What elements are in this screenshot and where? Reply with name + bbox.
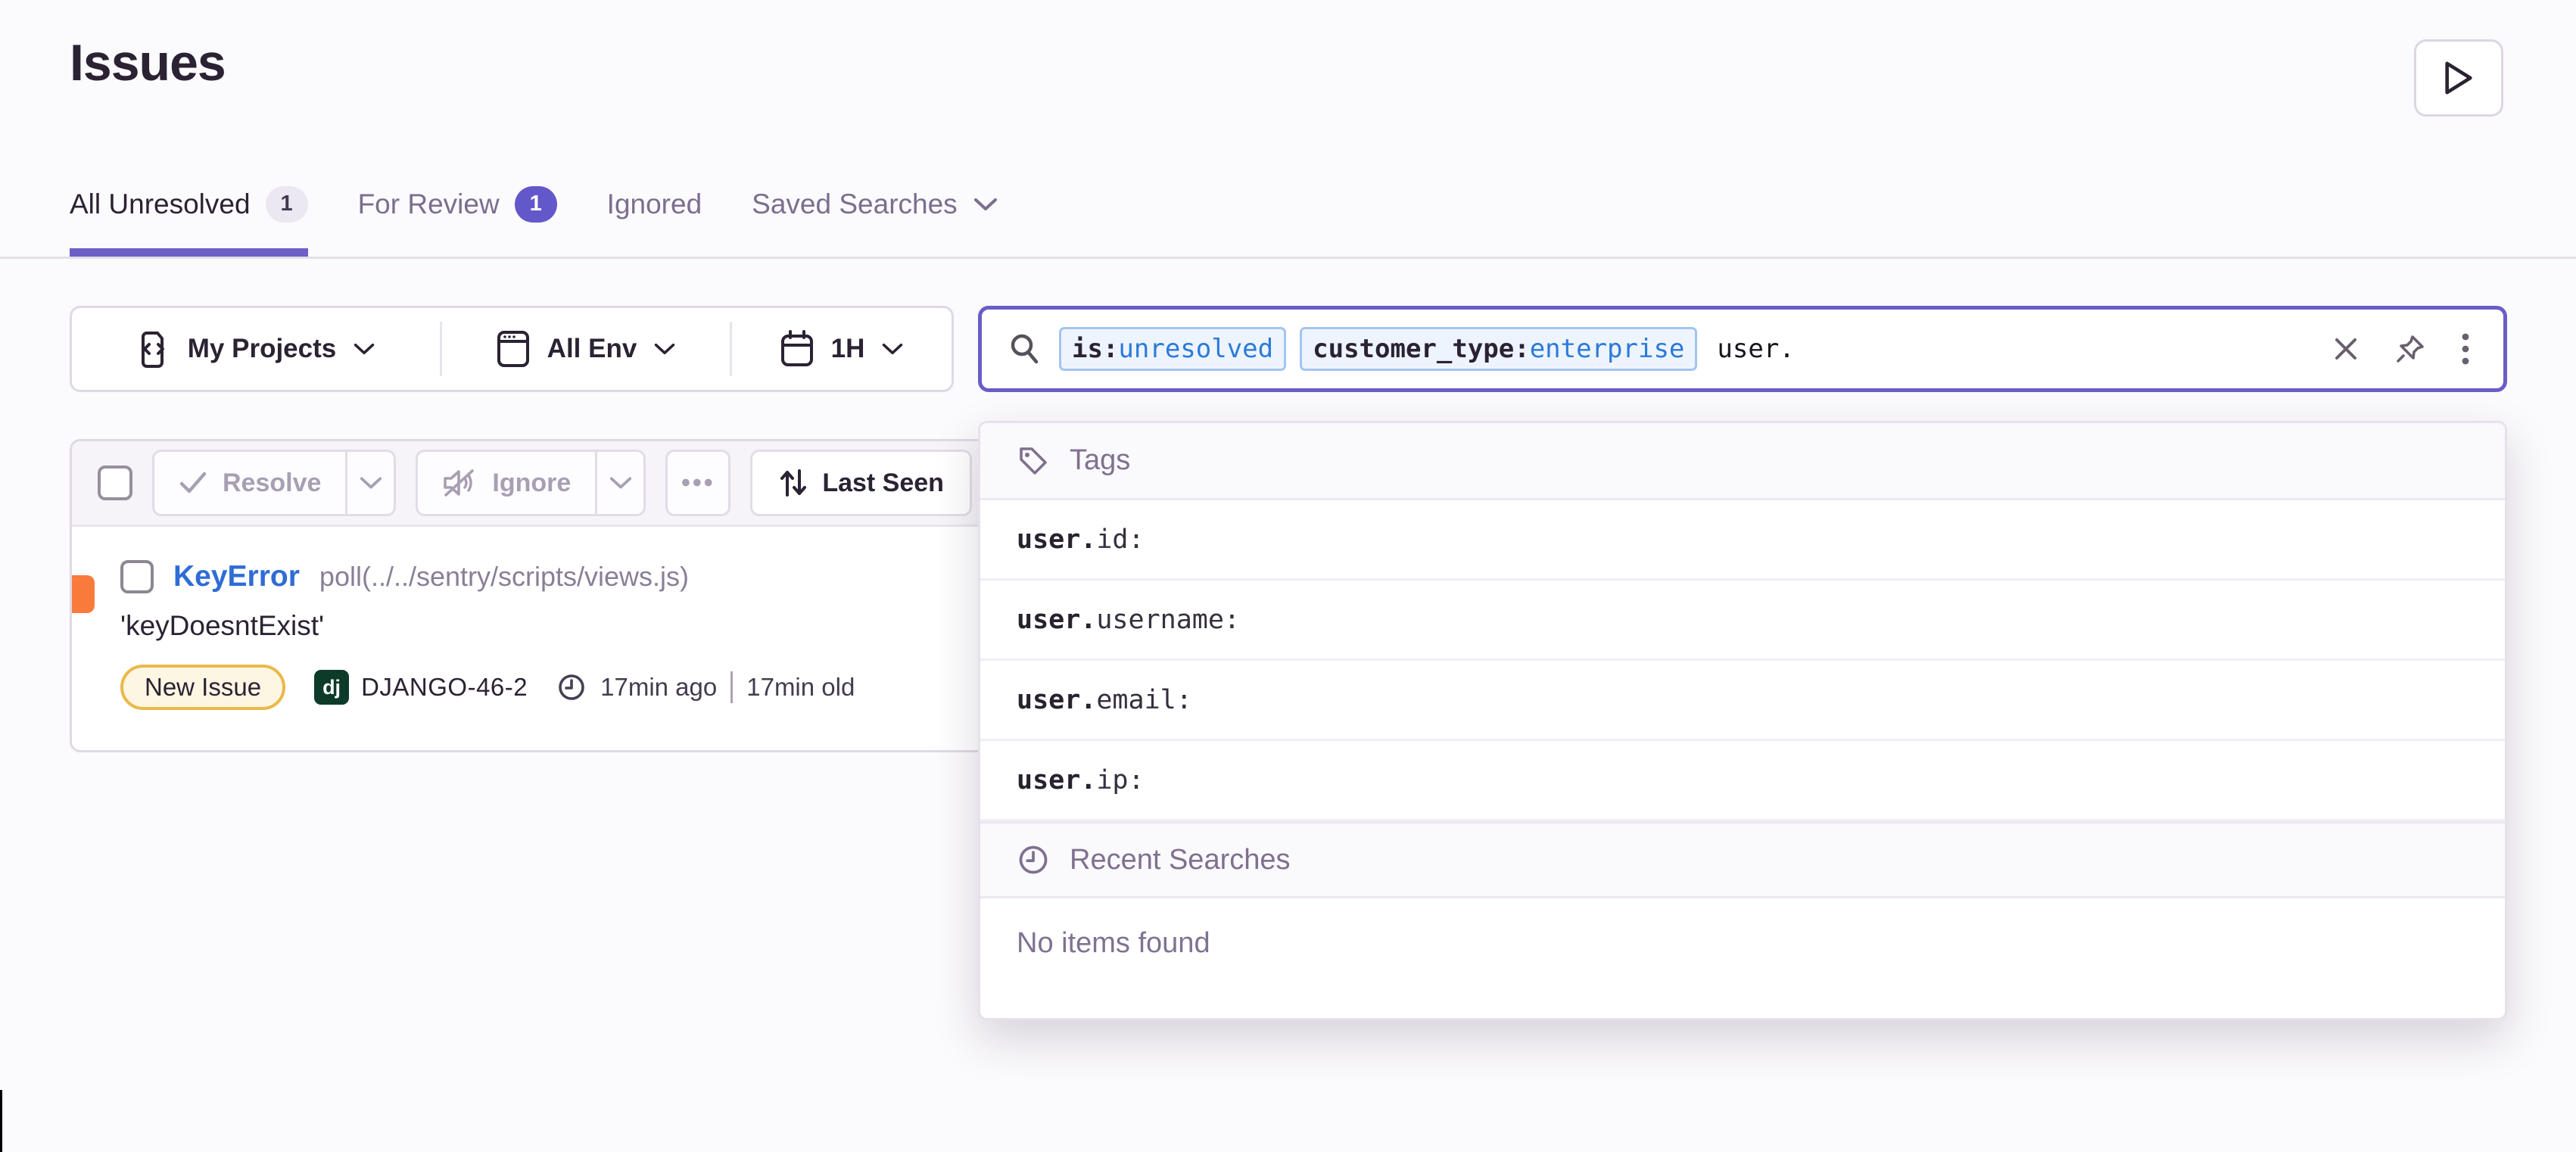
autocomplete-item-user-id[interactable]: user.id: <box>980 500 2505 581</box>
search-icon <box>1008 332 1041 366</box>
header-divider <box>0 257 2576 259</box>
issue-age: 17min old <box>746 673 855 702</box>
ignore-button[interactable]: Ignore <box>418 452 595 514</box>
page-filter-bar: My Projects All Env <box>70 306 954 392</box>
rest-text: username: <box>1096 605 1240 635</box>
tab-for-review[interactable]: For Review 1 <box>358 176 557 258</box>
more-actions-button[interactable]: ••• <box>665 450 730 516</box>
issue-location: poll(../../sentry/scripts/views.js) <box>319 561 689 593</box>
tab-ignored[interactable]: Ignored <box>607 176 702 258</box>
search-typed-text: user. <box>1717 334 1794 364</box>
issue-checkbox[interactable] <box>120 560 154 593</box>
new-issue-badge: New Issue <box>120 665 285 710</box>
chevron-down-icon <box>653 341 676 356</box>
autocomplete-item-user-ip[interactable]: user.ip: <box>980 741 2505 821</box>
token-key: customer_type: <box>1313 334 1530 364</box>
sort-last-seen-button[interactable]: Last Seen <box>750 450 972 516</box>
tab-count-badge: 1 <box>266 186 308 223</box>
window-icon <box>496 329 531 369</box>
more-actions-label: ••• <box>681 469 715 498</box>
screen-edge-artifact <box>0 1090 2 1152</box>
tab-all-unresolved[interactable]: All Unresolved 1 <box>70 176 308 258</box>
tab-count-badge: 1 <box>515 186 557 223</box>
ignore-split-button: Ignore <box>416 450 646 516</box>
project-badge: dj DJANGO-46-2 <box>314 670 528 705</box>
match-text: user. <box>1017 765 1096 796</box>
autocomplete-item-user-email[interactable]: user.email: <box>980 661 2505 741</box>
project-filter[interactable]: My Projects <box>72 308 440 390</box>
date-range-filter[interactable]: 1H <box>732 308 952 390</box>
calendar-icon <box>780 330 815 368</box>
resolve-dropdown-button[interactable] <box>345 452 394 514</box>
rest-text: email: <box>1096 685 1191 715</box>
chevron-down-icon <box>973 196 998 213</box>
error-level-bar <box>72 575 95 613</box>
close-icon <box>2332 335 2360 363</box>
tab-saved-searches[interactable]: Saved Searches <box>752 176 998 258</box>
resolve-button[interactable]: Resolve <box>154 452 345 514</box>
timestamp-separator <box>730 671 733 703</box>
sort-label: Last Seen <box>822 469 944 498</box>
resolve-split-button: Resolve <box>152 450 396 516</box>
search-autocomplete-dropdown: Tags user.id: user.username: user.email:… <box>978 421 2507 1020</box>
match-text: user. <box>1017 605 1096 635</box>
page-title: Issues <box>70 33 226 92</box>
project-filter-label: My Projects <box>188 334 336 364</box>
clear-search-button[interactable] <box>2332 335 2360 363</box>
issues-page: Issues All Unresolved 1 For Review 1 Ign… <box>0 0 2576 1152</box>
tab-label: Ignored <box>607 188 702 220</box>
issue-short-id: DJANGO-46-2 <box>361 673 528 702</box>
search-menu-button[interactable] <box>2461 332 2470 366</box>
rest-text: id: <box>1096 525 1144 555</box>
projects-icon <box>136 330 171 368</box>
match-text: user. <box>1017 525 1096 555</box>
token-value: unresolved <box>1118 334 1273 364</box>
environment-filter[interactable]: All Env <box>442 308 730 390</box>
tags-header-label: Tags <box>1070 444 1130 477</box>
search-token-customer-type[interactable]: customer_type:enterprise <box>1300 327 1697 371</box>
tags-section-header: Tags <box>980 423 2505 500</box>
clock-icon <box>1017 843 1050 876</box>
match-text: user. <box>1017 685 1096 715</box>
kebab-menu-icon <box>2461 332 2470 366</box>
clock-icon <box>556 672 587 702</box>
date-range-label: 1H <box>831 334 865 364</box>
search-bar[interactable]: is:unresolved customer_type:enterprise u… <box>978 306 2507 392</box>
token-value: enterprise <box>1530 334 1685 364</box>
chevron-down-icon <box>359 475 383 491</box>
tab-label: Saved Searches <box>752 188 958 220</box>
ignore-dropdown-button[interactable] <box>595 452 643 514</box>
tag-icon <box>1017 444 1050 478</box>
issue-title-link[interactable]: KeyError <box>173 560 300 593</box>
token-key: is: <box>1072 334 1118 364</box>
recent-searches-label: Recent Searches <box>1070 844 1291 876</box>
no-items-message: No items found <box>980 898 2505 1018</box>
chevron-down-icon <box>609 475 633 491</box>
mute-icon <box>442 468 477 498</box>
pin-search-button[interactable] <box>2394 333 2426 365</box>
search-actions <box>2332 332 2478 366</box>
sort-arrows-icon <box>778 466 808 500</box>
tab-label: For Review <box>358 188 500 220</box>
chevron-down-icon <box>353 341 375 356</box>
search-input[interactable]: is:unresolved customer_type:enterprise u… <box>1059 327 2314 371</box>
replay-play-button[interactable] <box>2414 39 2503 117</box>
chevron-down-icon <box>881 341 904 356</box>
issue-last-seen: 17min ago <box>600 673 717 702</box>
autocomplete-item-user-username[interactable]: user.username: <box>980 581 2505 661</box>
django-logo-icon: dj <box>314 670 349 705</box>
tab-bar: All Unresolved 1 For Review 1 Ignored Sa… <box>70 176 998 258</box>
recent-searches-header: Recent Searches <box>980 821 2505 898</box>
search-token-is-unresolved[interactable]: is:unresolved <box>1059 327 1286 371</box>
ignore-label: Ignore <box>492 469 571 498</box>
tab-label: All Unresolved <box>70 188 251 220</box>
check-icon <box>179 470 207 496</box>
play-icon <box>2441 59 2476 97</box>
select-all-checkbox[interactable] <box>98 465 132 500</box>
rest-text: ip: <box>1096 765 1144 796</box>
issue-timestamps: 17min ago 17min old <box>556 671 855 703</box>
pin-icon <box>2394 333 2426 365</box>
resolve-label: Resolve <box>223 469 321 498</box>
environment-filter-label: All Env <box>547 334 637 364</box>
